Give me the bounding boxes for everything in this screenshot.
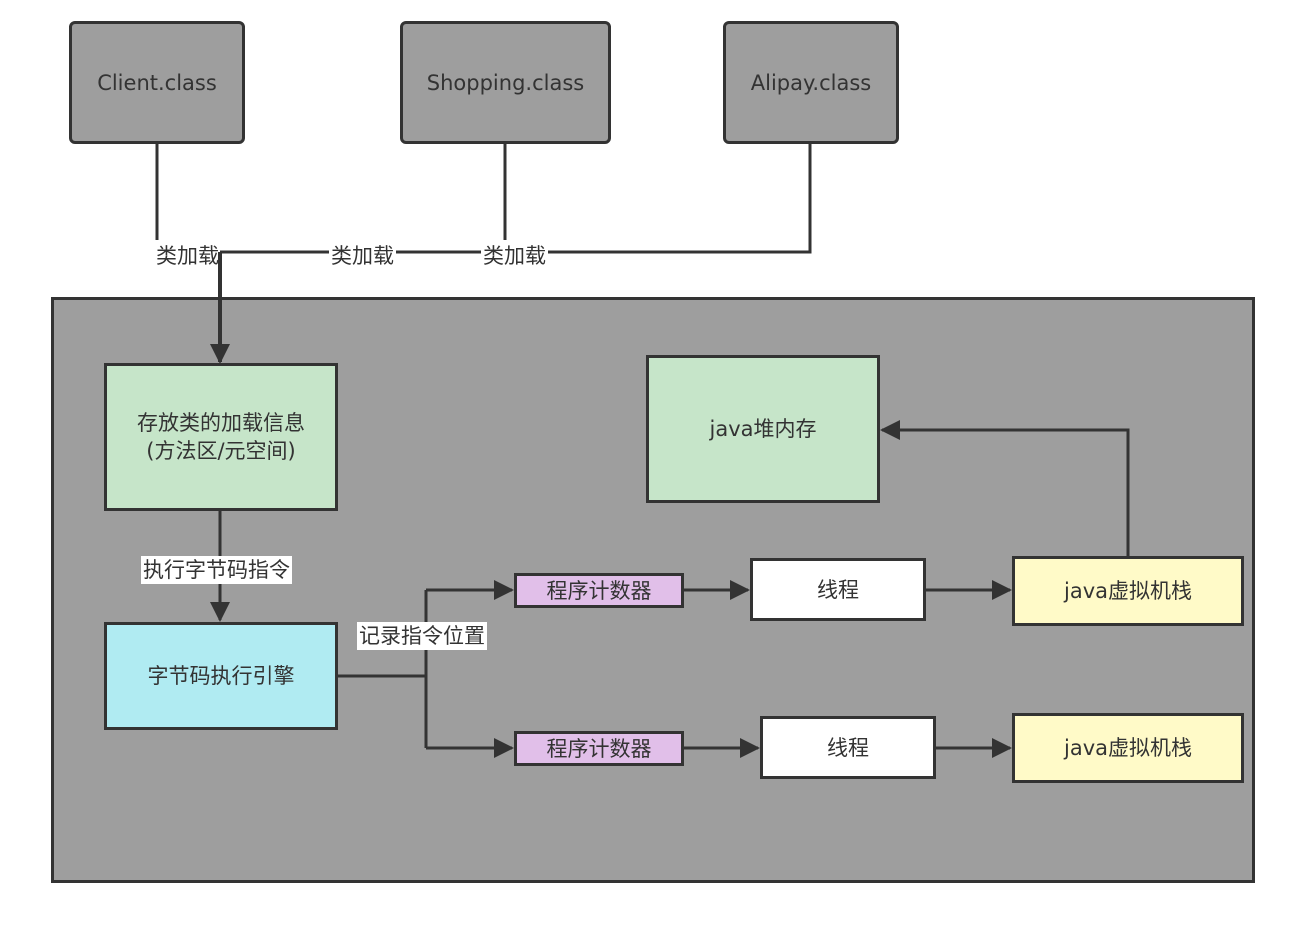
- edge-label-load: 类加载: [156, 244, 219, 268]
- node-label: 程序计数器: [546, 578, 652, 603]
- thread-node-2[interactable]: 线程: [760, 716, 936, 779]
- node-label: 程序计数器: [546, 736, 652, 761]
- shopping-class-node[interactable]: Shopping.class: [400, 21, 611, 144]
- pc-node-2[interactable]: 程序计数器: [514, 731, 684, 766]
- heap-node[interactable]: java堆内存: [646, 355, 880, 503]
- edge-alipay: [220, 144, 812, 254]
- engine-node[interactable]: 字节码执行引擎: [104, 622, 338, 730]
- node-label: 线程: [817, 577, 859, 602]
- edge-label-record: 记录指令位置: [357, 622, 487, 650]
- node-label: java虚拟机栈: [1064, 579, 1192, 603]
- stack-node-1[interactable]: java虚拟机栈: [1012, 556, 1244, 626]
- thread-node-1[interactable]: 线程: [750, 558, 926, 621]
- edge-label-load: 类加载: [329, 242, 396, 270]
- alipay-class-node[interactable]: Alipay.class: [723, 21, 899, 144]
- node-label: Client.class: [97, 70, 217, 95]
- node-label: Shopping.class: [426, 70, 585, 95]
- node-label: 线程: [827, 735, 869, 760]
- node-label: java堆内存: [709, 417, 817, 441]
- edge-stack-heap: [880, 420, 1130, 556]
- node-label: java虚拟机栈: [1064, 736, 1192, 760]
- node-label: 存放类的加载信息 (方法区/元空间): [137, 411, 305, 463]
- method-area-node[interactable]: 存放类的加载信息 (方法区/元空间): [104, 363, 338, 511]
- node-label: Alipay.class: [750, 70, 872, 95]
- edge-label-load: 类加载: [481, 242, 548, 270]
- stack-node-2[interactable]: java虚拟机栈: [1012, 713, 1244, 783]
- node-label: 字节码执行引擎: [147, 664, 295, 688]
- edge-engine-out: [338, 590, 428, 748]
- diagram-canvas: Client.class Shopping.class Alipay.class…: [0, 0, 1303, 950]
- pc-node-1[interactable]: 程序计数器: [514, 573, 684, 608]
- client-class-node[interactable]: Client.class: [69, 21, 245, 144]
- edge-label-execute: 执行字节码指令: [141, 556, 292, 584]
